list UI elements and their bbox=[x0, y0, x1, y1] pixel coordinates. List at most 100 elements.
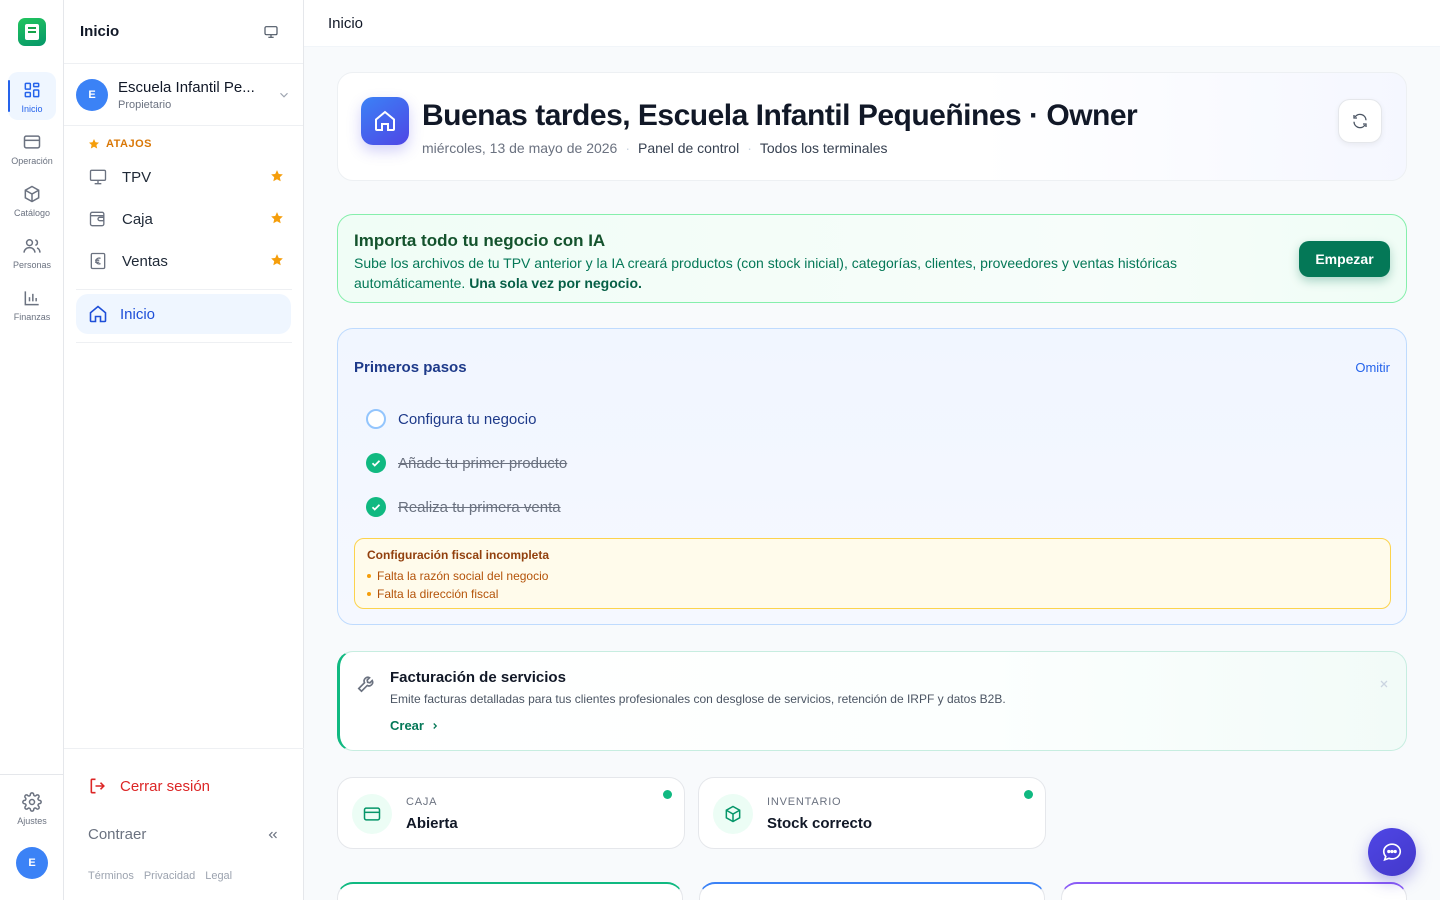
shortcuts-heading: ATAJOS bbox=[88, 138, 152, 150]
logout-button[interactable]: Cerrar sesión bbox=[88, 776, 210, 796]
warning-text: Falta la dirección fiscal bbox=[377, 587, 499, 601]
page-title: Buenas tardes, Escuela Infantil Pequeñin… bbox=[422, 99, 1138, 132]
shortcut-label: Ventas bbox=[122, 252, 168, 270]
stat-label: INVENTARIO bbox=[767, 796, 842, 808]
box-icon bbox=[725, 805, 741, 823]
summary-card[interactable] bbox=[1061, 882, 1407, 900]
chart-icon bbox=[24, 291, 39, 306]
logout-label: Cerrar sesión bbox=[120, 777, 211, 795]
skip-link[interactable]: Omitir bbox=[1355, 360, 1390, 375]
shortcut-label: TPV bbox=[122, 168, 152, 186]
star-icon[interactable] bbox=[270, 253, 284, 267]
current-date: miércoles, 13 de mayo de 2026 bbox=[422, 140, 618, 156]
rail-divider bbox=[0, 774, 64, 775]
sidebar-panel: Inicio E Escuela Infantil Pe... Propieta… bbox=[64, 0, 304, 900]
check-circle-icon bbox=[366, 497, 386, 517]
home-icon bbox=[89, 305, 107, 323]
refresh-button[interactable] bbox=[1338, 99, 1382, 143]
fiscal-warning: Configuración fiscal incompleta Falta la… bbox=[354, 538, 1391, 609]
rail-item-catalogo[interactable]: Catálogo bbox=[0, 176, 64, 226]
create-label: Crear bbox=[390, 718, 424, 733]
box-icon bbox=[24, 185, 40, 203]
summary-card[interactable] bbox=[337, 882, 683, 900]
step-label: Realiza tu primera venta bbox=[398, 498, 561, 516]
step-item[interactable]: Añade tu primer producto bbox=[366, 453, 567, 473]
link-privacidad[interactable]: Privacidad bbox=[144, 870, 195, 882]
org-avatar: E bbox=[76, 78, 108, 111]
ai-import-banner: Importa todo tu negocio con IA Sube los … bbox=[337, 214, 1407, 303]
collapse-button[interactable]: Contraer bbox=[88, 826, 280, 843]
gear-icon bbox=[22, 792, 42, 812]
rail-item-operacion[interactable]: Operación bbox=[0, 124, 64, 174]
shortcut-tpv[interactable]: TPV bbox=[88, 159, 284, 195]
step-item[interactable]: Realiza tu primera venta bbox=[366, 497, 561, 517]
divider bbox=[76, 289, 292, 290]
step-label: Añade tu primer producto bbox=[398, 454, 568, 472]
divider bbox=[76, 342, 292, 343]
users-icon bbox=[23, 239, 41, 253]
monitor-icon[interactable] bbox=[263, 24, 279, 40]
rail-item-finanzas[interactable]: Finanzas bbox=[0, 280, 64, 330]
warning-text: Falta la razón social del negocio bbox=[377, 569, 549, 583]
stat-card-inventario[interactable]: INVENTARIO Stock correcto bbox=[698, 777, 1046, 849]
rail-item-personas[interactable]: Personas bbox=[0, 228, 64, 278]
euro-receipt-icon bbox=[90, 252, 106, 270]
stat-card-caja[interactable]: CAJA Abierta bbox=[337, 777, 685, 849]
banner-emphasis: Una sola vez por negocio. bbox=[469, 275, 642, 291]
link-legal[interactable]: Legal bbox=[205, 870, 232, 882]
breadcrumb: Inicio bbox=[328, 14, 364, 32]
star-icon bbox=[89, 139, 99, 149]
panel-header: Inicio bbox=[64, 0, 303, 64]
divider bbox=[64, 748, 304, 749]
monitor-icon bbox=[89, 169, 107, 185]
banner-text: Sube los archivos de tu TPV anterior y l… bbox=[354, 253, 1254, 293]
shortcuts-label: ATAJOS bbox=[106, 138, 152, 150]
card-icon bbox=[363, 807, 381, 821]
stat-value: Abierta bbox=[406, 815, 458, 832]
chat-bubble-icon bbox=[1382, 843, 1402, 862]
collapse-label: Contraer bbox=[88, 826, 147, 843]
wallet-icon bbox=[89, 211, 105, 227]
context-label: Panel de control bbox=[638, 140, 740, 156]
empty-circle-icon bbox=[366, 409, 386, 429]
user-avatar[interactable]: E bbox=[16, 847, 48, 879]
summary-card[interactable] bbox=[699, 882, 1045, 900]
step-item[interactable]: Configura tu negocio bbox=[366, 409, 536, 429]
rail-label: Ajustes bbox=[17, 816, 47, 826]
rail-item-ajustes[interactable]: Ajustes bbox=[0, 784, 64, 834]
shortcut-label: Caja bbox=[122, 210, 153, 228]
chevrons-left-icon bbox=[268, 831, 277, 838]
feature-text: Emite facturas detalladas para tus clien… bbox=[390, 692, 1006, 706]
greeting-subtitle: miércoles, 13 de mayo de 2026 · Panel de… bbox=[422, 140, 888, 156]
first-steps-card: Primeros pasos Omitir Configura tu negoc… bbox=[337, 328, 1407, 625]
rail-item-inicio[interactable]: Inicio bbox=[0, 72, 64, 122]
rail-label: Catálogo bbox=[13, 208, 51, 218]
greeting-card: Buenas tardes, Escuela Infantil Pequeñin… bbox=[337, 72, 1407, 181]
shortcut-ventas[interactable]: Ventas bbox=[88, 243, 284, 279]
shortcut-caja[interactable]: Caja bbox=[88, 201, 284, 237]
nav-item-inicio[interactable]: Inicio bbox=[76, 294, 291, 334]
stat-label: CAJA bbox=[406, 796, 438, 808]
stat-icon bbox=[352, 794, 392, 834]
org-role: Propietario bbox=[118, 98, 172, 111]
start-button[interactable]: Empezar bbox=[1299, 241, 1390, 277]
rail-label: Operación bbox=[11, 156, 53, 166]
app-logo[interactable] bbox=[18, 18, 46, 46]
feature-card: Facturación de servicios Emite facturas … bbox=[337, 651, 1407, 751]
check-circle-icon bbox=[366, 453, 386, 473]
create-link[interactable]: Crear bbox=[390, 718, 440, 733]
chevron-down-icon bbox=[280, 92, 288, 98]
banner-title: Importa todo tu negocio con IA bbox=[354, 231, 606, 250]
top-bar: Inicio bbox=[304, 0, 1440, 47]
star-icon[interactable] bbox=[270, 211, 284, 225]
steps-title: Primeros pasos bbox=[354, 359, 467, 376]
chat-button[interactable] bbox=[1368, 828, 1416, 876]
link-terminos[interactable]: Términos bbox=[88, 870, 134, 882]
close-icon[interactable] bbox=[1378, 678, 1390, 690]
org-switcher[interactable]: E Escuela Infantil Pe... Propietario bbox=[64, 64, 303, 126]
stat-value: Stock correcto bbox=[767, 815, 873, 832]
warning-item: Falta la dirección fiscal bbox=[367, 587, 498, 601]
home-icon bbox=[375, 110, 395, 131]
warning-item: Falta la razón social del negocio bbox=[367, 569, 548, 583]
star-icon[interactable] bbox=[270, 169, 284, 183]
